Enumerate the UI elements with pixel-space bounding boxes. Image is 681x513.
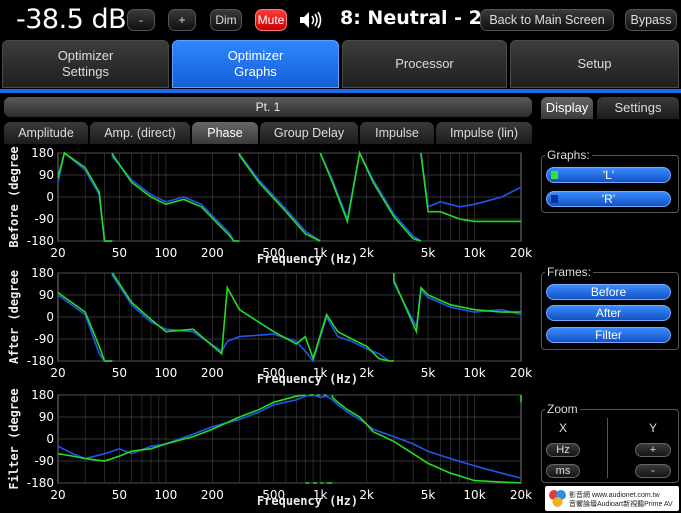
channel-r-label: 'R' xyxy=(601,192,616,206)
y-axis-label: Before (degree xyxy=(7,146,21,247)
x-tick-label: 5k xyxy=(421,366,436,380)
frame-filter-button[interactable]: Filter xyxy=(546,327,671,343)
before-chart-svg: 180900-90-18020 50 100 200 500 1k 2k 5k 10k 20kFr… xyxy=(7,146,532,266)
channel-l-indicator xyxy=(551,171,558,179)
x-tick-label: 200 xyxy=(201,246,224,260)
volume-readout: -38.5 dB xyxy=(16,4,127,35)
zoom-y-in-button[interactable]: + xyxy=(635,443,671,457)
zoom-y-label: Y xyxy=(649,421,658,435)
after-chart-svg: 180900-90-18020 50 100 200 500 1k 2k 5k 10k 20kFr… xyxy=(7,266,532,386)
tab-setup[interactable]: Setup xyxy=(510,40,679,88)
channel-l-label: 'L' xyxy=(602,168,615,182)
x-tick-label: 20 xyxy=(50,246,65,260)
tab-underline xyxy=(0,89,681,93)
y-tick-label: 180 xyxy=(31,266,54,280)
volume-down-button[interactable]: - xyxy=(127,9,155,31)
x-tick-label: 100 xyxy=(154,366,177,380)
back-to-main-button[interactable]: Back to Main Screen xyxy=(480,9,614,31)
x-axis-label: Frequency (Hz) xyxy=(257,494,358,508)
x-tick-label: 20k xyxy=(510,246,532,260)
x-axis-label: Frequency (Hz) xyxy=(257,252,358,266)
mute-button[interactable]: Mute xyxy=(255,9,287,31)
y-tick-label: 90 xyxy=(39,410,54,424)
tab-phase[interactable]: Phase xyxy=(192,122,258,144)
y-axis-label: Filter (degree xyxy=(7,388,21,489)
zoom-x-label: X xyxy=(559,421,568,435)
x-tick-label: 50 xyxy=(112,246,127,260)
x-tick-label: 2k xyxy=(359,246,374,260)
watermark-line2: 音響論壇Audioart新視聽Prime AV xyxy=(569,501,673,508)
y-tick-label: 90 xyxy=(39,168,54,182)
top-bar: -38.5 dB - + Dim Mute 8: Neutral - 2.0 B… xyxy=(0,0,681,40)
frames-section-title: Frames: xyxy=(545,265,594,279)
speaker-icon[interactable] xyxy=(298,9,324,31)
tab-optimizer-graphs[interactable]: Optimizer Graphs xyxy=(172,40,339,88)
after-phase-chart: 180 90 0 -90 -180 20 50 100 200 500 1k 2k 5k 10k 20k Fr… xyxy=(0,265,536,387)
y-tick-label: -90 xyxy=(34,332,54,346)
channel-r-indicator xyxy=(551,195,558,203)
x-tick-label: 2k xyxy=(359,366,374,380)
x-tick-label: 50 xyxy=(112,366,127,380)
y-tick-label: 180 xyxy=(31,388,54,402)
main-tabs: Optimizer Settings Optimizer Graphs Proc… xyxy=(0,40,681,92)
before-phase-chart: 180 90 0 -90 -180 20 50 100 200 500 1k 2k 5k 10k 20k Fr… xyxy=(0,145,536,267)
dim-button[interactable]: Dim xyxy=(210,9,242,31)
point-selector[interactable]: Pt. 1 xyxy=(4,97,532,117)
x-tick-label: 50 xyxy=(112,488,127,502)
y-tick-label: 0 xyxy=(46,310,54,324)
filter-phase-chart: 180 90 0 -90 -180 20 50 100 200 500 1k 2k 5k 10k 20k Fr… xyxy=(0,387,536,509)
x-tick-label: 20 xyxy=(50,366,65,380)
tab-amp-direct[interactable]: Amp. (direct) xyxy=(90,122,190,144)
tab-impulse[interactable]: Impulse xyxy=(360,122,434,144)
bypass-button[interactable]: Bypass xyxy=(625,9,677,31)
x-tick-label: 2k xyxy=(359,488,374,502)
y-tick-label: -90 xyxy=(34,454,54,468)
y-tick-label: -90 xyxy=(34,212,54,226)
zoom-x-hz-button[interactable]: Hz xyxy=(546,443,580,457)
tab-group-delay[interactable]: Group Delay xyxy=(260,122,358,144)
zoom-y-out-button[interactable]: - xyxy=(635,464,671,478)
x-tick-label: 10k xyxy=(463,246,485,260)
right-panel-tabs: Display Settings xyxy=(541,97,679,119)
x-tick-label: 10k xyxy=(463,366,485,380)
tab-impulse-lin[interactable]: Impulse (lin) xyxy=(436,122,532,144)
y-tick-label: 180 xyxy=(31,146,54,160)
zoom-section-title: Zoom xyxy=(545,402,580,416)
x-tick-label: 5k xyxy=(421,246,436,260)
x-tick-label: 20 xyxy=(50,488,65,502)
x-tick-label: 10k xyxy=(463,488,485,502)
preset-label[interactable]: 8: Neutral - 2.0 xyxy=(340,7,502,29)
zoom-divider xyxy=(607,418,608,478)
audionet-watermark: 影音網 www.audionet.com.tw 音響論壇Audioart新視聽P… xyxy=(545,486,679,511)
y-tick-label: 0 xyxy=(46,432,54,446)
graphs-section-title: Graphs: xyxy=(545,148,592,162)
filter-chart-svg: 180900-90-18020 50 100 200 500 1k 2k 5k 10k 20kFr… xyxy=(7,388,532,508)
volume-up-button[interactable]: + xyxy=(168,9,196,31)
tab-amplitude[interactable]: Amplitude xyxy=(4,122,88,144)
x-tick-label: 200 xyxy=(201,488,224,502)
x-tick-label: 5k xyxy=(421,488,436,502)
tab-settings[interactable]: Settings xyxy=(597,97,679,119)
x-tick-label: 200 xyxy=(201,366,224,380)
tab-optimizer-settings[interactable]: Optimizer Settings xyxy=(2,40,169,88)
audionet-logo-icon xyxy=(549,490,566,507)
frame-after-button[interactable]: After xyxy=(546,305,671,321)
channel-r-toggle[interactable]: 'R' xyxy=(546,191,671,207)
tab-processor[interactable]: Processor xyxy=(342,40,507,88)
channel-l-toggle[interactable]: 'L' xyxy=(546,167,671,183)
x-axis-label: Frequency (Hz) xyxy=(257,372,358,386)
x-tick-label: 20k xyxy=(510,488,532,502)
y-tick-label: 90 xyxy=(39,288,54,302)
graph-type-tabs: Amplitude Amp. (direct) Phase Group Dela… xyxy=(4,122,532,144)
frame-before-button[interactable]: Before xyxy=(546,284,671,300)
x-tick-label: 100 xyxy=(154,488,177,502)
y-tick-label: 0 xyxy=(46,190,54,204)
x-tick-label: 20k xyxy=(510,366,532,380)
x-tick-label: 100 xyxy=(154,246,177,260)
tab-display[interactable]: Display xyxy=(541,97,593,119)
y-axis-label: After (degree xyxy=(7,270,21,364)
zoom-x-ms-button[interactable]: ms xyxy=(546,464,580,478)
